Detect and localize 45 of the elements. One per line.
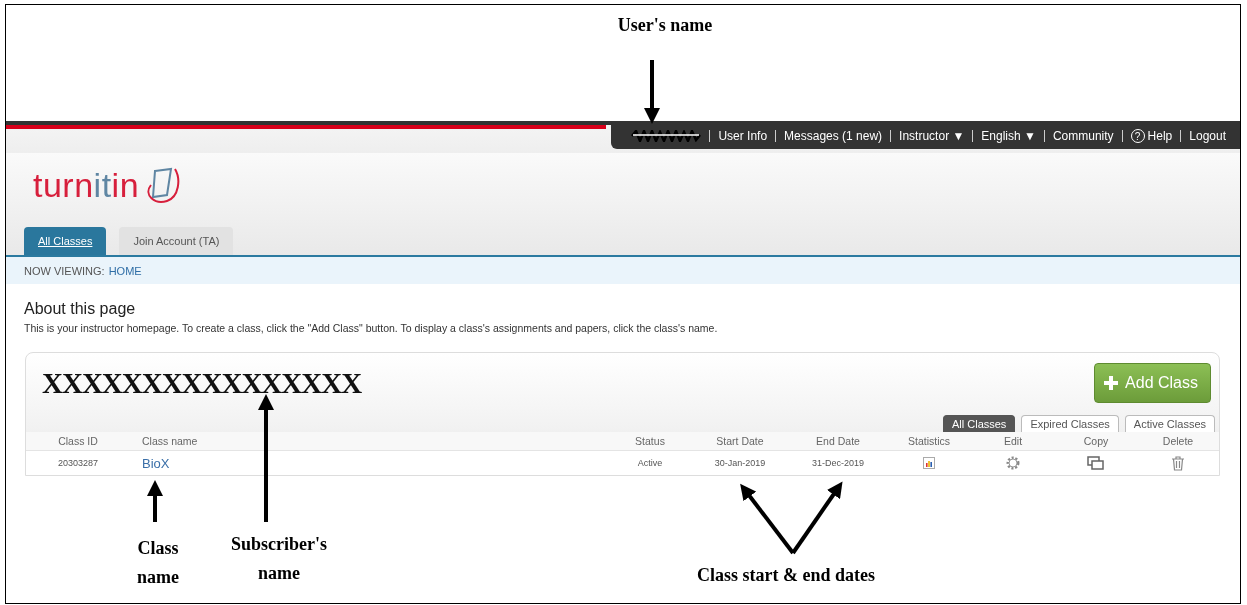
class-link[interactable]: BioX bbox=[130, 455, 608, 471]
annotation-label: Class name bbox=[136, 537, 180, 589]
annotation-label: Class start & end dates bbox=[696, 564, 876, 587]
annotation-arrow bbox=[644, 60, 660, 124]
menu-link[interactable]: Instructor ▼ bbox=[891, 129, 973, 143]
table-cell-text: 20303287 bbox=[56, 458, 99, 468]
tab[interactable]: All Classes bbox=[24, 227, 107, 255]
scribble-drawing bbox=[631, 130, 702, 142]
column-header: Status bbox=[634, 435, 666, 447]
column-header: Edit bbox=[1002, 435, 1024, 447]
plus-icon bbox=[1103, 375, 1120, 391]
logo-text: turnitin bbox=[33, 165, 140, 205]
column-header: Class ID bbox=[57, 435, 99, 447]
copy-icon[interactable] bbox=[1087, 456, 1105, 470]
annotation-label: Subscriber's name bbox=[230, 533, 328, 585]
menu-link[interactable]: Messages (1 new) bbox=[776, 129, 891, 143]
table-cell-text: 31-Dec-2019 bbox=[811, 458, 865, 468]
menu-link[interactable]: User Info bbox=[710, 129, 776, 143]
column-header: Class name bbox=[141, 435, 199, 447]
trash-icon[interactable] bbox=[1171, 455, 1185, 471]
annotation-arrow bbox=[740, 483, 795, 555]
column-header: Copy bbox=[1082, 435, 1110, 447]
settings-icon[interactable] bbox=[1005, 455, 1021, 471]
annotation-label: User's name bbox=[616, 14, 714, 37]
menu-link[interactable]: Logout bbox=[1181, 129, 1234, 143]
column-header: Delete bbox=[1161, 435, 1195, 447]
tab[interactable]: Join Account (TA) bbox=[119, 227, 234, 255]
menu-link[interactable]: English ▼ bbox=[973, 129, 1044, 143]
column-header: Start Date bbox=[715, 435, 765, 447]
menu-link[interactable]: Community bbox=[1044, 129, 1122, 143]
description-text: This is your instructor homepage. To create a class, click the "Add Class" button. To display a class's assignments and papers, click the class's name. bbox=[24, 322, 719, 334]
filter-tab[interactable]: Expired Classes bbox=[1021, 415, 1119, 432]
help-link[interactable]: ? Help bbox=[1122, 129, 1181, 143]
table-cell-text: Active bbox=[636, 458, 664, 468]
breadcrumb-label: NOW VIEWING: bbox=[24, 264, 105, 277]
breadcrumb-link[interactable]: HOME bbox=[108, 264, 142, 277]
table-cell-text: 30-Jan-2019 bbox=[713, 458, 767, 468]
section-heading: About this page bbox=[24, 300, 137, 318]
filter-tab[interactable]: All Classes bbox=[942, 415, 1016, 432]
annotation-arrow bbox=[147, 480, 163, 522]
column-header: End Date bbox=[815, 435, 861, 447]
subscriber-name: XXXXXXXXXXXXXXXX bbox=[42, 367, 362, 400]
filter-tab[interactable]: Active Classes bbox=[1124, 415, 1215, 432]
chart-icon[interactable] bbox=[923, 457, 935, 469]
column-header: Statistics bbox=[907, 435, 951, 447]
